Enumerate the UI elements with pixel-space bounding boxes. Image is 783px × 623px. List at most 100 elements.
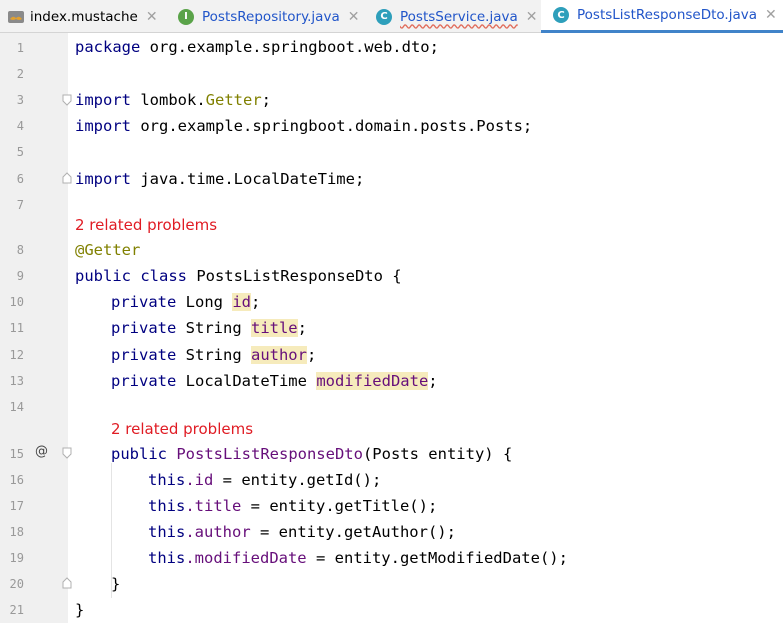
keyword: public class: [75, 267, 187, 285]
keyword: this: [148, 549, 186, 567]
tab-posts-repository[interactable]: I PostsRepository.java ✕: [178, 0, 359, 33]
fold-icon[interactable]: [62, 577, 72, 589]
tab-label: PostsService.java: [400, 8, 518, 25]
close-icon[interactable]: ✕: [526, 9, 538, 25]
related-problems-hint[interactable]: 2 related problems: [111, 420, 253, 438]
code-text: }: [75, 601, 85, 619]
code-text: = entity.getAuthor();: [250, 523, 456, 541]
line-number: 4: [16, 119, 24, 133]
code-line: this.modifiedDate = entity.getModifiedDa…: [148, 547, 568, 569]
fold-icon[interactable]: [62, 447, 72, 459]
keyword: this: [148, 497, 186, 515]
line-number: 17: [9, 499, 24, 513]
close-icon[interactable]: ✕: [348, 9, 360, 25]
code-line: public class PostsListResponseDto {: [75, 265, 402, 287]
code-editor[interactable]: 1 2 3 4 5 6 7 8 9 10 11 12 13 14 15 16 1…: [0, 33, 783, 623]
close-icon[interactable]: ✕: [146, 9, 158, 25]
line-number: 12: [9, 348, 24, 362]
code-line: private LocalDateTime modifiedDate;: [111, 370, 438, 392]
code-line: import java.time.LocalDateTime;: [75, 168, 364, 190]
code-text: String: [176, 319, 251, 337]
code-line: private String title;: [111, 317, 307, 339]
keyword: this: [148, 523, 186, 541]
code-text: LocalDateTime: [176, 372, 317, 390]
keyword: import: [75, 117, 131, 135]
override-marker-icon[interactable]: @: [35, 444, 48, 459]
line-number: 3: [16, 93, 24, 107]
line-number: 21: [9, 603, 24, 617]
keyword: private: [111, 293, 177, 311]
code-line: import org.example.springboot.domain.pos…: [75, 115, 532, 137]
line-number: 18: [9, 525, 24, 539]
mustache-icon: [8, 10, 24, 23]
keyword: public: [111, 445, 167, 463]
field-name: .author: [185, 523, 251, 541]
related-problems-hint[interactable]: 2 related problems: [75, 216, 217, 234]
field-name: title: [250, 319, 298, 337]
line-number: 8: [16, 243, 24, 257]
code-text: lombok.: [131, 91, 206, 109]
line-number: 11: [9, 321, 24, 335]
code-line: this.author = entity.getAuthor();: [148, 521, 456, 543]
keyword: private: [111, 319, 177, 337]
class-icon: C: [376, 8, 392, 25]
line-number: 15: [9, 447, 24, 461]
code-line: @Getter: [75, 239, 140, 261]
code-text: = entity.getModifiedDate();: [306, 549, 568, 567]
code-text: org.example.springboot.web.dto;: [140, 38, 439, 56]
tab-posts-service[interactable]: C PostsService.java ✕: [376, 0, 537, 33]
editor-tab-bar: index.mustache ✕ I PostsRepository.java …: [0, 0, 783, 33]
code-line: package org.example.springboot.web.dto;: [75, 36, 439, 58]
line-number: 1: [16, 41, 24, 55]
tab-index-mustache[interactable]: index.mustache ✕: [8, 0, 158, 33]
keyword: import: [75, 91, 131, 109]
code-line: public PostsListResponseDto(Posts entity…: [111, 443, 512, 465]
field-name: .id: [185, 471, 214, 489]
code-line: this.title = entity.getTitle();: [148, 495, 437, 517]
line-number: 5: [16, 145, 24, 159]
field-name: .modifiedDate: [185, 549, 307, 567]
line-number: 9: [16, 269, 24, 283]
keyword: private: [111, 346, 177, 364]
code-text: Long: [176, 293, 233, 311]
fold-icon[interactable]: [62, 94, 72, 106]
keyword: this: [148, 471, 186, 489]
line-number: 14: [9, 400, 24, 414]
annotation-name: Getter: [205, 91, 262, 109]
code-text: String: [176, 346, 251, 364]
line-number: 16: [9, 473, 24, 487]
close-icon[interactable]: ✕: [765, 7, 777, 23]
field-name: id: [232, 293, 251, 311]
constructor-name: PostsListResponseDto: [167, 445, 363, 463]
code-line: }: [111, 573, 120, 595]
field-name: author: [250, 346, 307, 364]
keyword: package: [75, 38, 141, 56]
line-number: 2: [16, 67, 24, 81]
code-text: PostsListResponseDto {: [186, 267, 402, 285]
tab-posts-list-response-dto[interactable]: C PostsListResponseDto.java ✕: [541, 0, 783, 33]
code-text: (Posts entity) {: [362, 445, 513, 463]
annotation: @Getter: [75, 241, 141, 259]
class-icon: C: [553, 7, 569, 23]
line-number: 6: [16, 172, 24, 186]
tab-label: PostsRepository.java: [202, 8, 340, 25]
code-text: ;: [261, 91, 271, 109]
line-number: 7: [16, 198, 24, 212]
interface-icon: I: [178, 8, 194, 25]
code-text: = entity.getTitle();: [241, 497, 438, 515]
code-line: private Long id;: [111, 291, 260, 313]
code-line: }: [75, 599, 84, 621]
code-text: java.time.LocalDateTime;: [131, 170, 365, 188]
code-line: import lombok.Getter;: [75, 89, 271, 111]
tab-label: PostsListResponseDto.java: [577, 7, 758, 23]
field-name: .title: [185, 497, 242, 515]
code-text: ;: [306, 346, 317, 364]
line-number: 13: [9, 374, 24, 388]
code-line: private String author;: [111, 344, 316, 366]
code-text: }: [111, 575, 121, 593]
field-name: modifiedDate: [316, 372, 429, 390]
code-text: = entity.getId();: [213, 471, 382, 489]
code-text: org.example.springboot.domain.posts.Post…: [131, 117, 533, 135]
tab-label: index.mustache: [30, 8, 138, 25]
fold-icon[interactable]: [62, 172, 72, 184]
